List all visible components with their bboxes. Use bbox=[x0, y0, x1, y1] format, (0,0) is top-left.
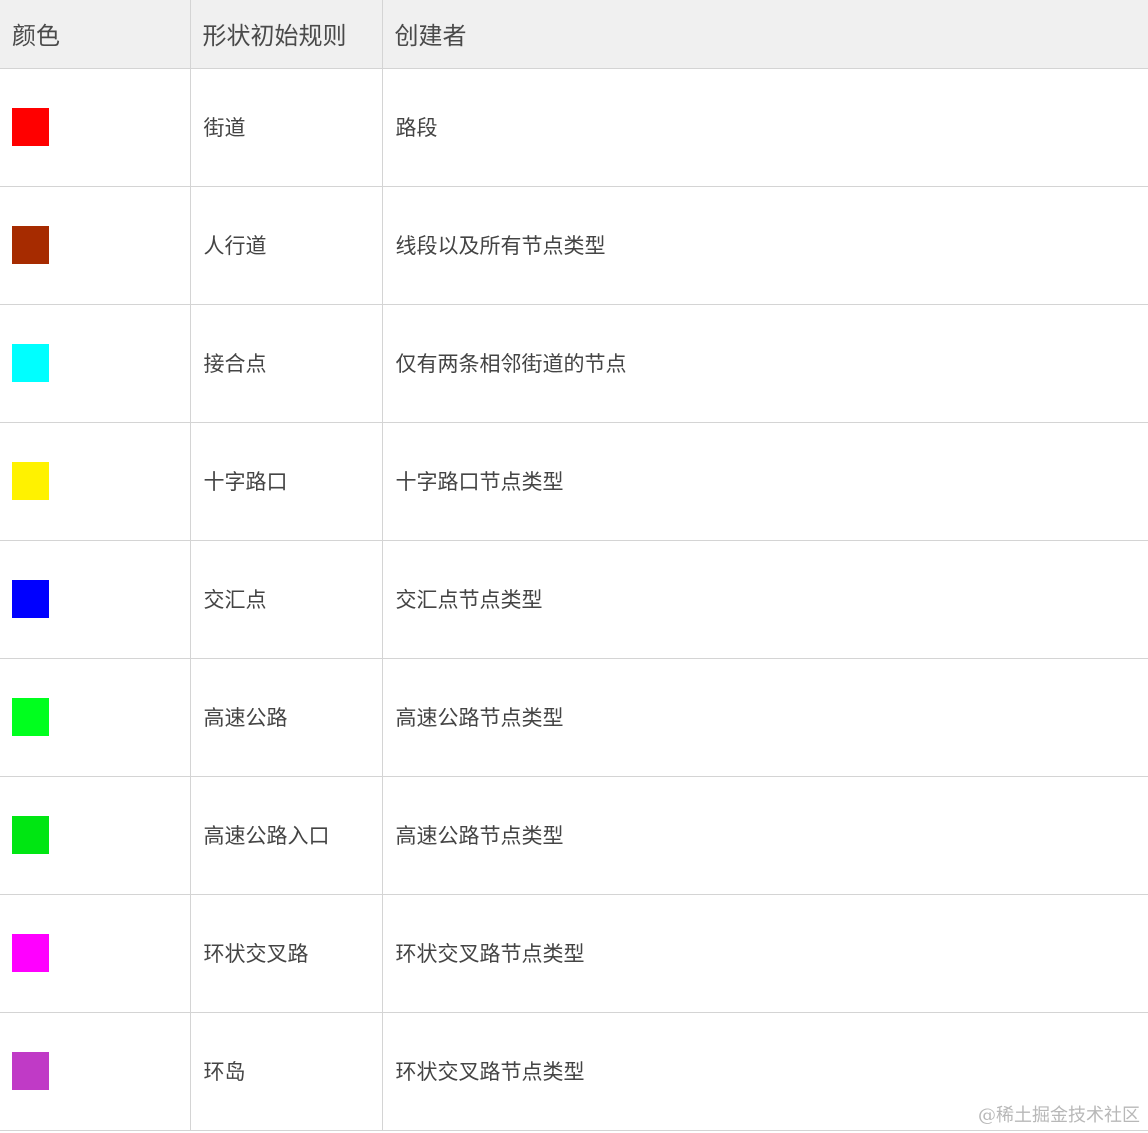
table-row: 接合点 仅有两条相邻街道的节点 bbox=[0, 303, 1148, 423]
rule-cell: 高速公路入口 bbox=[189, 775, 383, 895]
color-swatch bbox=[12, 462, 49, 500]
header-color: 颜色 bbox=[0, 0, 191, 69]
watermark-text: @稀土掘金技术社区 bbox=[978, 1105, 1140, 1126]
creator-cell: 高速公路节点类型 bbox=[381, 775, 1148, 895]
table-row: 人行道 线段以及所有节点类型 bbox=[0, 185, 1148, 305]
color-swatch bbox=[12, 934, 49, 972]
color-swatch bbox=[12, 816, 49, 854]
creator-cell: 路段 bbox=[381, 67, 1148, 187]
header-rule: 形状初始规则 bbox=[189, 0, 383, 69]
creator-cell: 十字路口节点类型 bbox=[381, 421, 1148, 541]
table-row: 交汇点 交汇点节点类型 bbox=[0, 539, 1148, 659]
table-row: 环状交叉路 环状交叉路节点类型 bbox=[0, 893, 1148, 1013]
creator-cell: 高速公路节点类型 bbox=[381, 657, 1148, 777]
color-swatch bbox=[12, 580, 49, 618]
creator-cell: 环状交叉路节点类型 bbox=[381, 893, 1148, 1013]
color-swatch bbox=[12, 108, 49, 146]
color-cell bbox=[0, 539, 191, 659]
color-swatch bbox=[12, 344, 49, 382]
color-swatch bbox=[12, 226, 49, 264]
rule-cell: 高速公路 bbox=[189, 657, 383, 777]
rule-cell: 环状交叉路 bbox=[189, 893, 383, 1013]
creator-cell: 交汇点节点类型 bbox=[381, 539, 1148, 659]
color-swatch bbox=[12, 698, 49, 736]
table-header: 颜色 形状初始规则 创建者 bbox=[0, 0, 1148, 69]
creator-cell: 线段以及所有节点类型 bbox=[381, 185, 1148, 305]
rule-cell: 十字路口 bbox=[189, 421, 383, 541]
rule-cell: 人行道 bbox=[189, 185, 383, 305]
table-row: 十字路口 十字路口节点类型 bbox=[0, 421, 1148, 541]
table-row: 高速公路入口 高速公路节点类型 bbox=[0, 775, 1148, 895]
table-row: 高速公路 高速公路节点类型 bbox=[0, 657, 1148, 777]
color-swatch bbox=[12, 1052, 49, 1090]
color-cell bbox=[0, 67, 191, 187]
color-cell bbox=[0, 303, 191, 423]
header-row: 颜色 形状初始规则 创建者 bbox=[0, 0, 1148, 69]
color-cell bbox=[0, 421, 191, 541]
color-cell bbox=[0, 893, 191, 1013]
creator-cell: 仅有两条相邻街道的节点 bbox=[381, 303, 1148, 423]
table-row: 街道 路段 bbox=[0, 67, 1148, 187]
color-cell bbox=[0, 775, 191, 895]
color-cell bbox=[0, 185, 191, 305]
table-body: 街道 路段 人行道 线段以及所有节点类型 接合点 仅有两条相邻街道的节点 十字路… bbox=[0, 67, 1148, 1131]
shape-rules-table: 颜色 形状初始规则 创建者 街道 路段 人行道 线段以及所有节点类型 接合点 仅… bbox=[0, 0, 1148, 1131]
table-row: 环岛 环状交叉路节点类型 bbox=[0, 1011, 1148, 1131]
rule-cell: 街道 bbox=[189, 67, 383, 187]
rule-cell: 交汇点 bbox=[189, 539, 383, 659]
header-creator: 创建者 bbox=[381, 0, 1148, 69]
color-cell bbox=[0, 1011, 191, 1131]
color-cell bbox=[0, 657, 191, 777]
rule-cell: 接合点 bbox=[189, 303, 383, 423]
rule-cell: 环岛 bbox=[189, 1011, 383, 1131]
